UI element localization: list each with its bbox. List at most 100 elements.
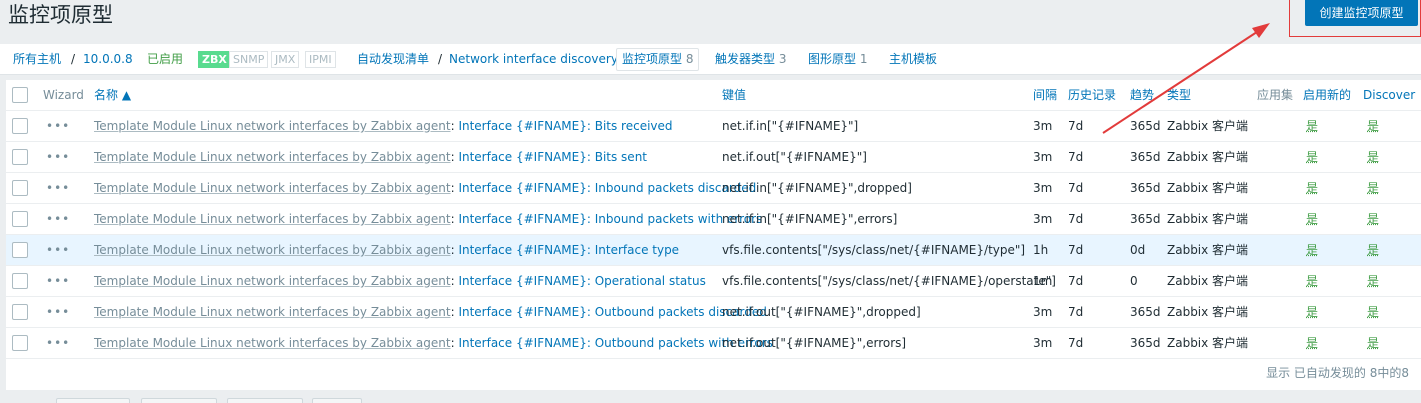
item-history: 7d — [1068, 243, 1084, 257]
template-link[interactable]: Template Module Linux network interfaces… — [94, 305, 451, 319]
wizard-menu-icon[interactable]: ••• — [46, 266, 70, 296]
item-key: net.if.out["{#IFNAME}",dropped] — [722, 305, 921, 319]
item-type: Zabbix 客户端 — [1167, 212, 1249, 226]
discover-toggle[interactable]: 是 — [1367, 111, 1379, 141]
wizard-menu-icon[interactable]: ••• — [46, 204, 70, 234]
breadcrumb-all-hosts[interactable]: 所有主机 — [13, 44, 61, 75]
column-header-discover[interactable]: Discover — [1363, 80, 1415, 110]
item-history: 7d — [1068, 119, 1084, 133]
row-checkbox[interactable] — [12, 335, 28, 351]
item-name-cell: Template Module Linux network interfaces… — [94, 142, 647, 172]
row-checkbox[interactable] — [12, 118, 28, 134]
item-prototype-link[interactable]: Interface {#IFNAME}: Interface type — [458, 243, 679, 257]
row-checkbox[interactable] — [12, 304, 28, 320]
template-link[interactable]: Template Module Linux network interfaces… — [94, 181, 451, 195]
item-trends: 365d — [1130, 181, 1161, 195]
template-link[interactable]: Template Module Linux network interfaces… — [94, 243, 451, 257]
column-header-name[interactable]: 名称 ▲ — [94, 80, 131, 110]
create-enabled-toggle[interactable]: 是 — [1306, 204, 1318, 234]
row-checkbox[interactable] — [12, 273, 28, 289]
create-enabled-toggle[interactable]: 是 — [1306, 235, 1318, 265]
item-name-cell: Template Module Linux network interfaces… — [94, 266, 706, 296]
breadcrumb-discovery-rule[interactable]: Network interface discovery — [449, 44, 618, 75]
name-separator: : — [450, 212, 455, 226]
template-link[interactable]: Template Module Linux network interfaces… — [94, 150, 451, 164]
wizard-menu-icon[interactable]: ••• — [46, 142, 70, 172]
wizard-menu-icon[interactable]: ••• — [46, 328, 70, 358]
column-header-key[interactable]: 键值 — [722, 80, 746, 110]
discover-toggle[interactable]: 是 — [1367, 297, 1379, 327]
template-link[interactable]: Template Module Linux network interfaces… — [94, 336, 451, 350]
discover-toggle[interactable]: 是 — [1367, 204, 1379, 234]
tab-trigger-prototypes-label: 触发器类型 — [715, 52, 776, 66]
availability-tag-ipmi: IPMI — [305, 51, 336, 68]
create-enabled-toggle[interactable]: 是 — [1306, 297, 1318, 327]
wizard-menu-icon[interactable]: ••• — [46, 173, 70, 203]
name-separator: : — [450, 119, 455, 133]
breadcrumb-discovery-list[interactable]: 自动发现清单 — [357, 44, 429, 75]
template-link[interactable]: Template Module Linux network interfaces… — [94, 119, 451, 133]
discover-toggle[interactable]: 是 — [1367, 266, 1379, 296]
create-enabled-toggle[interactable]: 是 — [1306, 142, 1318, 172]
host-status-enabled[interactable]: 已启用 — [147, 44, 183, 75]
column-header-trends[interactable]: 趋势 — [1130, 80, 1154, 110]
item-trends: 365d — [1130, 150, 1161, 164]
item-prototype-link[interactable]: Interface {#IFNAME}: Inbound packets dis… — [458, 181, 756, 195]
row-checkbox[interactable] — [12, 149, 28, 165]
availability-tag-snmp: SNMP — [229, 51, 269, 68]
table-row: ••• Template Module Linux network interf… — [6, 204, 1421, 235]
column-header-history[interactable]: 历史记录 — [1068, 80, 1116, 110]
create-enabled-toggle[interactable]: 是 — [1306, 111, 1318, 141]
create-item-prototype-button[interactable]: 创建监控项原型 — [1305, 0, 1418, 26]
row-checkbox[interactable] — [12, 211, 28, 227]
mass-action-button[interactable] — [141, 398, 217, 403]
item-prototype-link[interactable]: Interface {#IFNAME}: Operational status — [458, 274, 705, 288]
breadcrumb-nav: 所有主机 / 10.0.0.8 已启用 ZBX SNMP JMX IPMI 自动… — [0, 44, 1421, 75]
column-header-interval[interactable]: 间隔 — [1033, 80, 1057, 110]
item-key: net.if.out["{#IFNAME}"] — [722, 150, 867, 164]
discover-toggle[interactable]: 是 — [1367, 173, 1379, 203]
table-header-row: Wizard 名称 ▲ 键值 间隔 历史记录 趋势 类型 应用集 启用新的 Di… — [6, 80, 1421, 111]
item-key: net.if.out["{#IFNAME}",errors] — [722, 336, 907, 350]
tab-trigger-prototypes[interactable]: 触发器类型 3 — [715, 44, 786, 75]
create-enabled-toggle[interactable]: 是 — [1306, 266, 1318, 296]
row-checkbox[interactable] — [12, 180, 28, 196]
template-link[interactable]: Template Module Linux network interfaces… — [94, 212, 451, 226]
create-enabled-toggle[interactable]: 是 — [1306, 173, 1318, 203]
discover-toggle[interactable]: 是 — [1367, 142, 1379, 172]
table-row: ••• Template Module Linux network interf… — [6, 297, 1421, 328]
create-enabled-toggle[interactable]: 是 — [1306, 328, 1318, 358]
mass-action-button[interactable] — [312, 398, 362, 403]
item-history: 7d — [1068, 150, 1084, 164]
column-header-type[interactable]: 类型 — [1167, 80, 1191, 110]
item-prototype-link[interactable]: Interface {#IFNAME}: Bits received — [458, 119, 672, 133]
breadcrumb-host[interactable]: 10.0.0.8 — [83, 44, 133, 75]
item-trends: 0 — [1130, 274, 1138, 288]
item-prototype-link[interactable]: Interface {#IFNAME}: Bits sent — [458, 150, 647, 164]
tab-item-prototypes[interactable]: 监控项原型 8 — [616, 48, 700, 71]
tab-graph-prototypes[interactable]: 图形原型 1 — [808, 44, 867, 75]
item-type: Zabbix 客户端 — [1167, 150, 1249, 164]
item-interval: 3m — [1033, 181, 1053, 195]
tab-host-prototypes[interactable]: 主机模板 — [889, 44, 937, 75]
row-checkbox[interactable] — [12, 242, 28, 258]
item-interval: 3m — [1033, 119, 1053, 133]
item-prototype-link[interactable]: Interface {#IFNAME}: Outbound packets di… — [458, 305, 766, 319]
select-all-checkbox[interactable] — [12, 87, 28, 103]
name-separator: : — [450, 181, 455, 195]
wizard-menu-icon[interactable]: ••• — [46, 111, 70, 141]
item-prototype-link[interactable]: Interface {#IFNAME}: Inbound packets wit… — [458, 212, 762, 226]
mass-action-button[interactable] — [56, 398, 130, 403]
column-header-create-enabled[interactable]: 启用新的 — [1303, 80, 1351, 110]
item-key: net.if.in["{#IFNAME}",dropped] — [722, 181, 912, 195]
item-name-cell: Template Module Linux network interfaces… — [94, 328, 773, 358]
mass-action-button[interactable] — [227, 398, 303, 403]
wizard-menu-icon[interactable]: ••• — [46, 297, 70, 327]
item-history: 7d — [1068, 274, 1084, 288]
template-link[interactable]: Template Module Linux network interfaces… — [94, 274, 451, 288]
discover-toggle[interactable]: 是 — [1367, 328, 1379, 358]
item-type: Zabbix 客户端 — [1167, 181, 1249, 195]
name-separator: : — [450, 243, 455, 257]
wizard-menu-icon[interactable]: ••• — [46, 235, 70, 265]
discover-toggle[interactable]: 是 — [1367, 235, 1379, 265]
